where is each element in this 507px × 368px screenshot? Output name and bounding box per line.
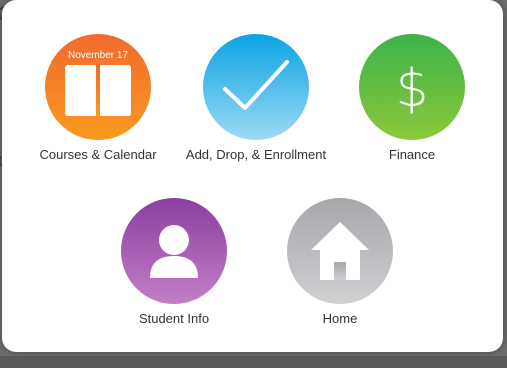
- home-circle[interactable]: [287, 198, 393, 304]
- app-launcher-panel: November 17 Courses & Calendar Add, Drop…: [2, 0, 503, 352]
- person-icon: [121, 198, 227, 304]
- student-info-circle[interactable]: [121, 198, 227, 304]
- courses-calendar-label: Courses & Calendar: [39, 147, 157, 162]
- checkmark-icon: [203, 34, 309, 140]
- courses-calendar-tile[interactable]: November 17 Courses & Calendar: [18, 34, 178, 204]
- enrollment-label: Add, Drop, & Enrollment: [185, 147, 327, 162]
- house-icon: [287, 198, 393, 304]
- finance-tile[interactable]: $ Finance: [332, 34, 492, 204]
- enrollment-tile[interactable]: Add, Drop, & Enrollment: [176, 34, 336, 204]
- finance-circle[interactable]: $: [359, 34, 465, 140]
- student-info-label: Student Info: [138, 311, 210, 326]
- courses-calendar-circle[interactable]: November 17: [45, 34, 151, 140]
- home-tile[interactable]: Home: [260, 198, 420, 368]
- dollar-icon: $: [359, 34, 465, 140]
- home-label: Home: [322, 311, 358, 326]
- calendar-date-text: November 17: [67, 50, 129, 61]
- student-info-tile[interactable]: Student Info: [94, 198, 254, 368]
- svg-text:$: $: [395, 59, 428, 119]
- enrollment-circle[interactable]: [203, 34, 309, 140]
- finance-label: Finance: [388, 147, 436, 162]
